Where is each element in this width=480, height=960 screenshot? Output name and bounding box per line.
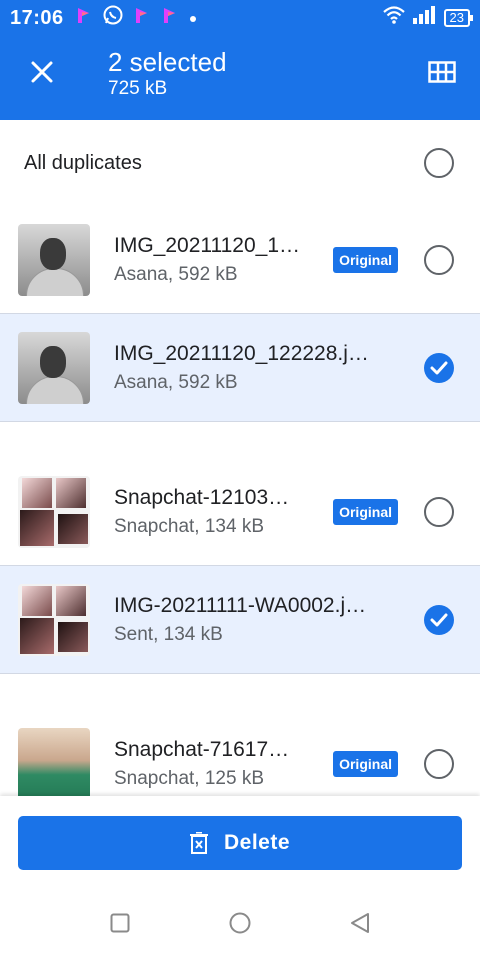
battery-icon: 23 [443,9,474,27]
select-checkbox[interactable] [424,749,454,779]
system-nav-bar [0,886,480,960]
app-bar: 2 selected 725 kB [0,36,480,120]
photo-thumbnail [18,223,90,296]
file-info: IMG_20211120_122228.j… Asana, 592 kB [114,342,424,394]
file-info: IMG_20211120_1… Asana, 592 kB [114,234,323,286]
selection-summary: 2 selected 725 kB [108,48,227,100]
file-name: IMG_20211120_122228.j… [114,341,369,365]
grid-view-icon [428,60,456,88]
original-badge: Original [333,246,398,273]
file-info: IMG-20211111-WA0002.j… Sent, 134 kB [114,594,424,646]
recents-button[interactable] [105,908,135,938]
list-item[interactable]: IMG_20211120_122228.j… Asana, 592 kB [0,314,480,422]
notification-app-icon [132,5,152,31]
check-icon [430,361,448,374]
all-duplicates-label: All duplicates [24,151,142,174]
group-divider [0,422,480,458]
file-meta: Sent, 134 kB [114,623,223,645]
trash-icon [189,832,208,854]
wifi-icon [382,5,406,31]
file-info: Snapchat-12103… Snapchat, 134 kB [114,486,323,538]
home-button[interactable] [225,908,255,938]
file-name: IMG-20211111-WA0002.j… [114,593,367,617]
close-icon [30,60,54,89]
group-divider [0,674,480,710]
file-meta: Asana, 592 kB [114,263,238,285]
status-bar: 17:06 23 [0,0,480,36]
system-icons: 23 [382,5,474,31]
recents-square-icon [110,913,130,933]
duplicates-list: All duplicates IMG_20211120_1… Asana, 59… [0,120,480,818]
notification-app-icon [74,5,94,31]
dot-icon [188,7,198,30]
list-item[interactable]: IMG-20211111-WA0002.j… Sent, 134 kB [0,566,480,674]
top-bar: 17:06 23 2 selected 725 kB [0,0,480,120]
notification-icons [74,4,198,32]
list-item[interactable]: IMG_20211120_1… Asana, 592 kB Original [0,206,480,314]
close-button[interactable] [20,52,64,96]
select-checkbox[interactable] [424,244,454,275]
select-checkbox[interactable] [424,604,454,635]
all-duplicates-checkbox[interactable] [424,148,454,178]
original-badge: Original [333,751,398,777]
notification-app-icon [160,5,180,31]
photo-thumbnail [18,475,90,548]
file-info: Snapchat-71617… Snapchat, 125 kB [114,738,323,790]
all-duplicates-row[interactable]: All duplicates [0,120,480,206]
select-checkbox[interactable] [424,496,454,527]
whatsapp-icon [102,4,124,32]
file-name: Snapchat-71617… [114,738,290,761]
selection-size: 725 kB [108,78,168,99]
list-item[interactable]: Snapchat-12103… Snapchat, 134 kB Origina… [0,458,480,566]
select-checkbox[interactable] [424,352,454,383]
home-circle-icon [229,912,251,934]
grid-view-button[interactable] [424,56,460,92]
original-badge: Original [333,498,398,525]
selection-title: 2 selected [108,47,227,77]
action-bar: Delete [0,796,480,886]
delete-label: Delete [223,831,291,854]
check-icon [430,613,448,626]
signal-icon [412,5,438,31]
photo-thumbnail [18,583,90,656]
file-meta: Snapchat, 134 kB [114,515,264,537]
file-name: Snapchat-12103… [114,485,290,509]
photo-thumbnail [18,331,90,404]
back-button[interactable] [345,908,375,938]
photo-thumbnail [18,728,90,800]
back-triangle-icon [351,913,369,933]
delete-button[interactable]: Delete [18,816,462,870]
status-time: 17:06 [10,6,64,29]
file-meta: Asana, 592 kB [114,371,238,393]
file-meta: Snapchat, 125 kB [114,768,264,789]
file-name: IMG_20211120_1… [114,233,301,257]
